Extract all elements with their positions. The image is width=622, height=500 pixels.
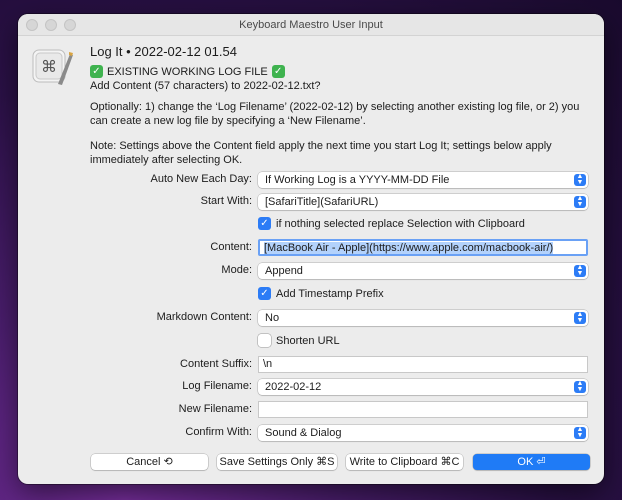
timestamp-checkbox[interactable]: ✓ Add Timestamp Prefix	[258, 287, 384, 300]
log-filename-row: Log Filename: 2022-02-12 ▲ ▼	[18, 377, 604, 397]
confirm-value: Sound & Dialog	[265, 427, 342, 439]
chevron-updown-icon: ▲ ▼	[574, 311, 586, 324]
chevron-updown-icon: ▲ ▼	[574, 173, 586, 186]
chevron-updown-icon: ▲ ▼	[574, 380, 586, 393]
shorten-url-checkbox[interactable]: Shorten URL	[258, 334, 340, 347]
save-settings-button[interactable]: Save Settings Only ⌘S	[217, 454, 337, 470]
confirm-row: Confirm With: Sound & Dialog ▲ ▼	[18, 423, 604, 443]
markdown-value: No	[265, 312, 280, 324]
start-with-label: Start With:	[200, 195, 252, 207]
content-field[interactable]: [MacBook Air - Apple](https://www.apple.…	[258, 239, 588, 256]
minimize-button[interactable]	[45, 19, 57, 31]
shorten-url-label: Shorten URL	[276, 334, 340, 347]
content-label: Content:	[210, 241, 252, 253]
markdown-label: Markdown Content:	[156, 311, 252, 323]
zoom-button[interactable]	[64, 19, 76, 31]
start-with-value: [SafariTitle](SafariURL)	[265, 196, 379, 208]
new-filename-field[interactable]	[258, 401, 588, 418]
content-row: Content: [MacBook Air - Apple](https://w…	[18, 238, 604, 258]
markdown-select[interactable]: No ▲ ▼	[258, 310, 588, 326]
suffix-label: Content Suffix:	[180, 358, 252, 370]
log-filename-value: 2022-02-12	[265, 381, 322, 393]
auto-new-value: If Working Log is a YYYY-MM-DD File	[265, 174, 450, 186]
chevron-updown-icon: ▲ ▼	[574, 426, 586, 439]
checkmark-icon: ✓	[271, 65, 285, 78]
shorten-row: Shorten URL	[18, 332, 604, 352]
status-line: ✓ EXISTING WORKING LOG FILE ✓	[90, 65, 588, 78]
write-clipboard-button[interactable]: Write to Clipboard ⌘C	[346, 454, 463, 470]
header: Log It • 2022-02-12 01.54 ✓ EXISTING WOR…	[90, 44, 588, 92]
checkmark-icon: ✓	[90, 65, 103, 78]
markdown-row: Markdown Content: No ▲ ▼	[18, 308, 604, 328]
suffix-field[interactable]: \n	[258, 356, 588, 373]
mode-label: Mode:	[221, 264, 252, 276]
mode-select[interactable]: Append ▲ ▼	[258, 263, 588, 279]
auto-new-select[interactable]: If Working Log is a YYYY-MM-DD File ▲ ▼	[258, 172, 588, 188]
status-text: EXISTING WORKING LOG FILE	[107, 65, 268, 78]
new-filename-label: New Filename:	[178, 403, 252, 415]
new-filename-row: New Filename:	[18, 400, 604, 420]
checkbox-unchecked-icon	[258, 334, 271, 347]
suffix-value: \n	[263, 358, 273, 370]
close-button[interactable]	[26, 19, 38, 31]
mode-value: Append	[265, 265, 303, 277]
start-with-row: Start With: [SafariTitle](SafariURL) ▲ ▼	[18, 192, 604, 212]
content-value: [MacBook Air - Apple](https://www.apple.…	[264, 242, 554, 254]
cancel-button[interactable]: Cancel ⟲	[91, 454, 208, 470]
checkbox-checked-icon: ✓	[258, 287, 271, 300]
replace-selection-checkbox[interactable]: ✓ if nothing selected replace Selection …	[258, 217, 525, 230]
log-filename-label: Log Filename:	[182, 380, 252, 392]
replace-selection-label: if nothing selected replace Selection wi…	[276, 217, 525, 230]
replace-selection-row: ✓ if nothing selected replace Selection …	[18, 215, 604, 235]
svg-text:⌘: ⌘	[41, 57, 57, 76]
confirm-label: Confirm With:	[185, 426, 252, 438]
page-title: Log It • 2022-02-12 01.54	[90, 44, 237, 59]
auto-new-row: Auto New Each Day: If Working Log is a Y…	[18, 170, 604, 190]
checkbox-checked-icon: ✓	[258, 217, 271, 230]
button-bar: Cancel ⟲ Save Settings Only ⌘S Write to …	[18, 454, 604, 474]
chevron-updown-icon: ▲ ▼	[574, 195, 586, 208]
note-paragraph: Note: Settings above the Content field a…	[90, 140, 552, 166]
auto-new-label: Auto New Each Day:	[150, 173, 253, 185]
ok-button[interactable]: OK ⏎	[473, 454, 590, 470]
log-filename-select[interactable]: 2022-02-12 ▲ ▼	[258, 379, 588, 395]
suffix-row: Content Suffix: \n	[18, 355, 604, 375]
timestamp-label: Add Timestamp Prefix	[276, 287, 384, 300]
optional-paragraph: Optionally: 1) change the ‘Log Filename’…	[90, 101, 580, 127]
confirm-select[interactable]: Sound & Dialog ▲ ▼	[258, 425, 588, 441]
chevron-updown-icon: ▲ ▼	[574, 264, 586, 277]
mode-row: Mode: Append ▲ ▼	[18, 261, 604, 281]
window-title: Keyboard Maestro User Input	[239, 19, 383, 31]
title-bar: Keyboard Maestro User Input	[18, 14, 604, 36]
timestamp-row: ✓ Add Timestamp Prefix	[18, 285, 604, 305]
keyboard-maestro-icon: ⌘	[32, 49, 73, 85]
subtitle: Add Content (57 characters) to 2022-02-1…	[90, 80, 321, 92]
start-with-select[interactable]: [SafariTitle](SafariURL) ▲ ▼	[258, 194, 588, 210]
dialog-window: Keyboard Maestro User Input ⌘ Log It • 2…	[18, 14, 604, 484]
